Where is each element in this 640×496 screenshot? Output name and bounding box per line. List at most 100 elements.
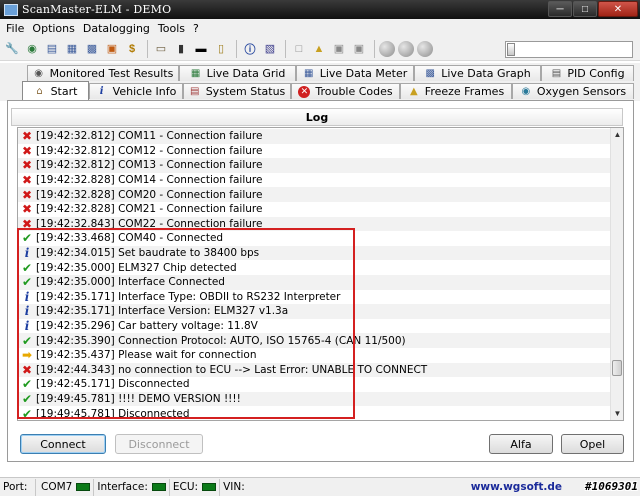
wrench-icon[interactable]: 🔧: [3, 40, 21, 58]
tab-live-data-meter[interactable]: ▦ Live Data Meter: [296, 65, 414, 81]
play-icon[interactable]: [398, 40, 414, 57]
toolbar: 🔧 ◉ ▤ ▦ ▩ ▣ $ ▭ ▮ ▬ ▯ ⓘ ▧ □ ▲ ▣ ▣: [0, 37, 640, 61]
log-row[interactable]: ✖ [19:42:32.812] COM11 - Connection failu…: [18, 129, 612, 144]
info-icon: i: [99, 86, 104, 97]
log-scrollbar[interactable]: ▲ ▼: [610, 128, 623, 420]
error-icon: ✖: [21, 158, 33, 173]
document-icon[interactable]: ▤: [43, 40, 61, 58]
alfa-button[interactable]: Alfa: [489, 434, 553, 454]
tab-strip: ◉ Monitored Test Results ▦ Live Data Gri…: [0, 63, 640, 101]
config-icon: ▤: [551, 68, 562, 79]
chart-icon[interactable]: ▩: [83, 40, 101, 58]
new-file-icon[interactable]: □: [290, 40, 308, 58]
ok-icon: ✔: [21, 377, 33, 392]
log-row[interactable]: i [19:42:34.015] Set baudrate to 38400 bp…: [18, 245, 612, 261]
tab-monitored-test-results[interactable]: ◉ Monitored Test Results: [27, 65, 179, 81]
interface-cell: Interface:: [94, 478, 170, 496]
error-icon: ✖: [21, 202, 33, 217]
log-row[interactable]: ✖ [19:42:32.828] COM14 - Connection failu…: [18, 173, 612, 188]
log-row[interactable]: ✖ [19:42:32.812] COM12 - Connection failu…: [18, 144, 612, 159]
battery-icon[interactable]: ▯: [212, 40, 230, 58]
log-row[interactable]: ✖ [19:42:44.343] no connection to ECU -->…: [18, 362, 612, 378]
maximize-button[interactable]: □: [573, 1, 597, 17]
error-icon: ✖: [21, 143, 33, 158]
terminal-icon[interactable]: ▬: [192, 40, 210, 58]
menu-options[interactable]: Options: [30, 22, 80, 35]
connect-button[interactable]: Connect: [20, 434, 106, 454]
grid-icon[interactable]: ▦: [63, 40, 81, 58]
status-icon: ▤: [189, 86, 200, 97]
log-row[interactable]: ✖ [19:42:32.812] COM13 - Connection failu…: [18, 158, 612, 173]
monitor-icon[interactable]: ▮: [172, 40, 190, 58]
log-row[interactable]: i [19:42:35.171] Interface Type: OBDII to…: [18, 290, 612, 305]
log-list[interactable]: ✖ [19:42:32.812] COM11 - Connection failu…: [17, 127, 624, 421]
tab-label: Trouble Codes: [315, 85, 393, 98]
log-row[interactable]: ✔ [19:42:33.468] COM40 - Connected: [18, 231, 612, 246]
open-folder-icon[interactable]: ▲: [310, 40, 328, 58]
tab-oxygen-sensors[interactable]: ◉ Oxygen Sensors: [512, 83, 634, 99]
scroll-up-arrow-icon[interactable]: ▲: [611, 128, 623, 141]
tab-pid-config[interactable]: ▤ PID Config: [541, 65, 634, 81]
save-as-icon[interactable]: ▣: [350, 40, 368, 58]
scroll-down-arrow-icon[interactable]: ▼: [611, 407, 623, 420]
book-icon[interactable]: ▧: [261, 40, 279, 58]
log-row[interactable]: ✖ [19:42:32.843] COM22 - Connection failu…: [18, 216, 612, 232]
menu-datalogging[interactable]: Datalogging: [81, 22, 156, 35]
tab-freeze-frames[interactable]: ▲ Freeze Frames: [400, 83, 512, 99]
toolbar-separator: [285, 39, 286, 58]
disconnect-button[interactable]: Disconnect: [115, 434, 203, 454]
log-row[interactable]: ✖ [19:42:32.828] COM20 - Connection failu…: [18, 187, 612, 202]
log-row[interactable]: ✖ [19:42:32.828] COM21 - Connection failu…: [18, 202, 612, 217]
minimize-button[interactable]: ─: [548, 1, 572, 17]
ecu-label: ECU:: [172, 481, 199, 493]
log-row[interactable]: ✔ [19:42:35.390] Connection Protocol: AUT…: [18, 333, 612, 348]
tab-trouble-codes[interactable]: ✕ Trouble Codes: [291, 83, 400, 99]
stop-icon[interactable]: [417, 40, 433, 57]
toolbar-separator: [374, 39, 375, 58]
log-row-text: [19:42:32.812] COM13 - Connection failur…: [36, 159, 263, 172]
scroll-thumb[interactable]: [612, 360, 622, 376]
opel-button[interactable]: Opel: [561, 434, 624, 454]
port-value: COM7: [41, 481, 73, 493]
clipboard-icon[interactable]: ▭: [152, 40, 170, 58]
tab-vehicle-info[interactable]: i Vehicle Info: [89, 83, 183, 99]
tab-label: Live Data Graph: [441, 67, 531, 80]
gauge-icon: ◉: [34, 68, 43, 79]
log-row[interactable]: ✔ [19:42:35.000] ELM327 Chip detected: [18, 260, 612, 275]
log-row-text: [19:42:44.343] no connection to ECU --> …: [36, 363, 428, 376]
record-icon[interactable]: [379, 40, 395, 57]
slider-thumb[interactable]: [507, 43, 515, 56]
save-icon[interactable]: ▣: [330, 40, 348, 58]
globe-icon[interactable]: ◉: [23, 40, 41, 58]
tab-system-status[interactable]: ▤ System Status: [183, 83, 291, 99]
tab-live-data-grid[interactable]: ▦ Live Data Grid: [179, 65, 296, 81]
error-icon: ✖: [21, 173, 33, 188]
log-row[interactable]: ✔ [19:42:45.171] Disconnected: [18, 377, 612, 392]
palette-icon[interactable]: ▣: [103, 40, 121, 58]
log-row[interactable]: i [19:42:35.296] Car battery voltage: 11.…: [18, 319, 612, 334]
website-link[interactable]: www.wgsoft.de: [471, 481, 562, 493]
log-row[interactable]: ✔ [19:42:35.000] Interface Connected: [18, 275, 612, 290]
info-icon[interactable]: ⓘ: [241, 40, 259, 58]
watermark: #1069301: [585, 480, 638, 493]
log-row-text: [19:49:45.781] !!!! DEMO VERSION !!!!: [36, 393, 241, 406]
log-row[interactable]: i [19:42:35.171] Interface Version: ELM32…: [18, 304, 612, 319]
playback-slider[interactable]: [505, 41, 633, 58]
log-row-text: [19:42:32.812] COM12 - Connection failur…: [36, 144, 263, 157]
dollar-icon[interactable]: $: [123, 40, 141, 58]
tab-start[interactable]: ⌂ Start: [22, 81, 89, 100]
ecu-cell: ECU:: [170, 478, 221, 496]
tab-live-data-graph[interactable]: ▩ Live Data Graph: [414, 65, 541, 81]
info-icon: i: [24, 246, 30, 261]
tab-label: PID Config: [567, 67, 625, 80]
log-row[interactable]: ➡ [19:42:35.437] Please wait for connecti…: [18, 348, 612, 363]
close-button[interactable]: ✕: [598, 1, 638, 17]
menu-file[interactable]: File: [4, 22, 30, 35]
ok-icon: ✔: [21, 392, 33, 407]
sensor-icon: ◉: [521, 86, 531, 97]
menu-help[interactable]: ?: [191, 22, 205, 35]
log-row[interactable]: ✔ [19:49:45.781] !!!! DEMO VERSION !!!!: [18, 391, 612, 407]
interface-led-icon: [151, 483, 166, 491]
menu-tools[interactable]: Tools: [156, 22, 191, 35]
log-row[interactable]: ✔ [19:49:45.781] Disconnected: [18, 406, 612, 420]
